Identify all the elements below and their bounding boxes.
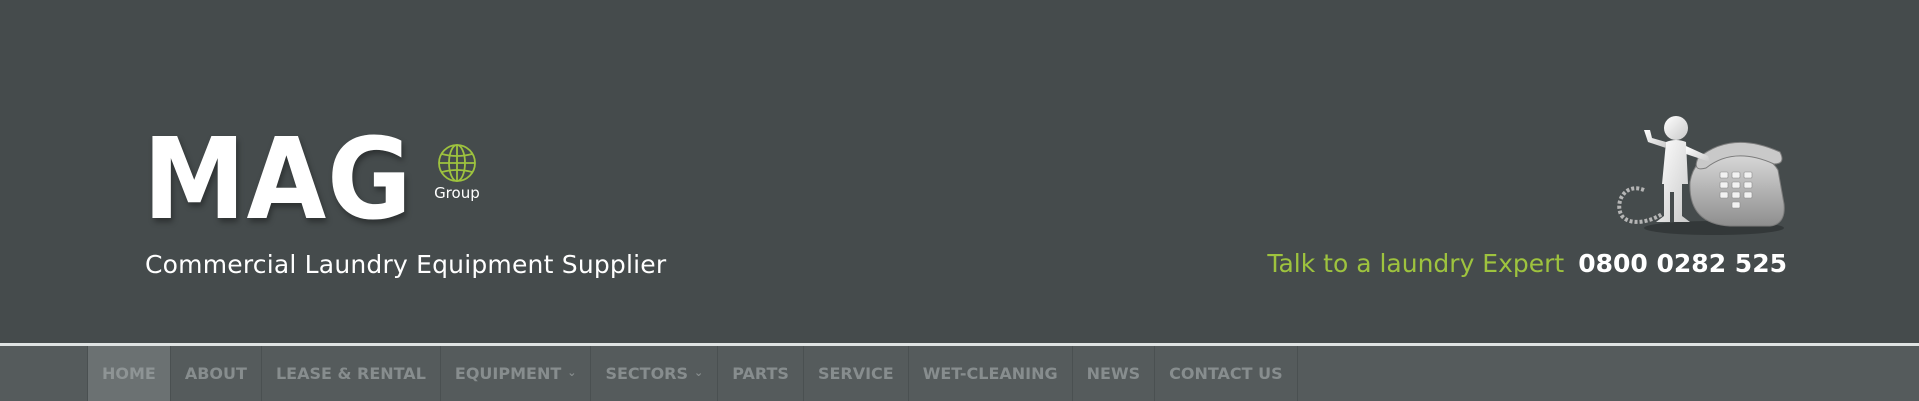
logo-group-label: Group (434, 184, 480, 202)
contact-block: Talk to a laundry Expert 0800 0282 525 (1267, 249, 1787, 278)
nav-item-label: CONTACT US (1169, 364, 1283, 383)
nav-item-contact-us[interactable]: CONTACT US (1155, 346, 1298, 401)
nav-item-about[interactable]: ABOUT (171, 346, 262, 401)
nav-item-label: HOME (102, 364, 156, 383)
phone-figure-illustration (1617, 116, 1785, 235)
nav-item-label: NEWS (1086, 364, 1141, 383)
chevron-down-icon: ⌄ (567, 366, 577, 379)
phone-number-link[interactable]: 0800 0282 525 (1578, 249, 1787, 278)
nav-item-wet-cleaning[interactable]: WET-CLEANING (909, 346, 1073, 401)
main-navigation: HOME ABOUT LEASE & RENTAL EQUIPMENT ⌄ SE… (0, 346, 1919, 401)
site-logo[interactable]: MAG Group (143, 115, 480, 245)
nav-item-label: EQUIPMENT (454, 364, 562, 383)
nav-item-label: PARTS (732, 364, 789, 383)
nav-item-parts[interactable]: PARTS (718, 346, 804, 401)
nav-item-label: WET-CLEANING (922, 364, 1058, 383)
nav-menu: HOME ABOUT LEASE & RENTAL EQUIPMENT ⌄ SE… (87, 346, 1298, 401)
nav-item-news[interactable]: NEWS (1073, 346, 1156, 401)
contact-label: Talk to a laundry Expert (1267, 249, 1565, 278)
globe-icon (437, 144, 476, 182)
nav-item-service[interactable]: SERVICE (804, 346, 909, 401)
logo-wordmark: MAG (143, 115, 413, 245)
nav-item-label: SECTORS (605, 364, 689, 383)
nav-item-sectors[interactable]: SECTORS ⌄ (591, 346, 719, 401)
nav-item-lease-rental[interactable]: LEASE & RENTAL (262, 346, 441, 401)
nav-item-label: SERVICE (817, 364, 894, 383)
site-header: MAG Group Commercial Laundry Equipment S… (0, 0, 1919, 343)
nav-item-label: LEASE & RENTAL (275, 364, 426, 383)
logo-badge: Group (434, 143, 480, 202)
nav-item-label: ABOUT (184, 364, 247, 383)
site-tagline: Commercial Laundry Equipment Supplier (145, 250, 667, 279)
nav-item-equipment[interactable]: EQUIPMENT ⌄ (441, 346, 592, 401)
chevron-down-icon: ⌄ (694, 366, 704, 379)
nav-item-home[interactable]: HOME (88, 346, 171, 401)
